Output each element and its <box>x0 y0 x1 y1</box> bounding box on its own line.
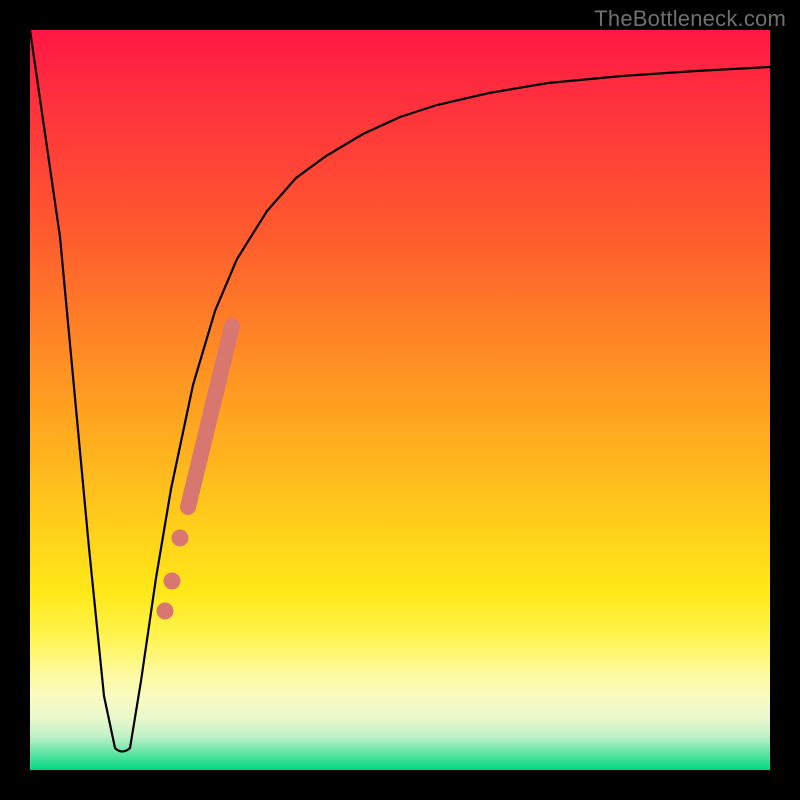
curve-layer <box>30 30 770 770</box>
highlight-dot <box>172 530 189 547</box>
highlight-segment <box>188 326 232 507</box>
highlight-dot <box>164 573 181 590</box>
highlight-dot <box>157 603 174 620</box>
plot-area <box>30 30 770 770</box>
chart-container: TheBottleneck.com <box>0 0 800 800</box>
watermark-text: TheBottleneck.com <box>594 6 786 32</box>
bottleneck-curve <box>30 30 770 752</box>
